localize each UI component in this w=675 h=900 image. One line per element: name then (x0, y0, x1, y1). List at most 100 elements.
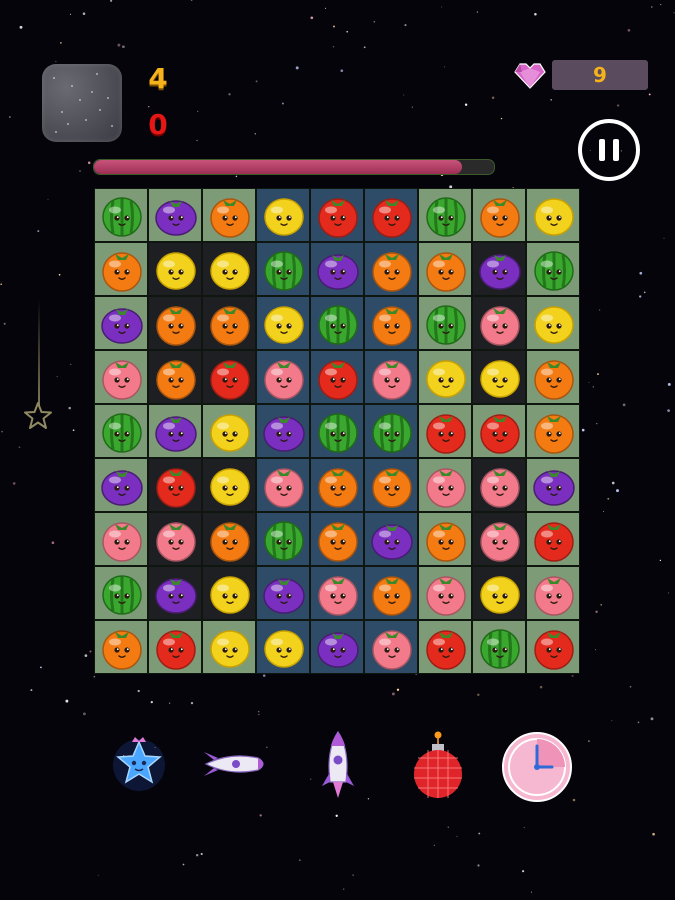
board-cell[interactable] (310, 566, 364, 620)
board-cell[interactable] (472, 188, 526, 242)
avatar-speckle (53, 73, 113, 133)
board-cell[interactable] (148, 566, 202, 620)
star-dot (0, 283, 2, 285)
board-cell[interactable] (256, 620, 310, 674)
board-cell[interactable] (256, 296, 310, 350)
star-dot (69, 13, 72, 15)
board-cell[interactable] (364, 188, 418, 242)
board-cell[interactable] (202, 512, 256, 566)
board-cell[interactable] (472, 404, 526, 458)
board-cell[interactable] (364, 242, 418, 296)
board-cell[interactable] (202, 188, 256, 242)
board-cell[interactable] (256, 242, 310, 296)
board-cell[interactable] (526, 566, 580, 620)
board-cell[interactable] (364, 620, 418, 674)
board-cell[interactable] (472, 242, 526, 296)
board-cell[interactable] (526, 404, 580, 458)
board-cell[interactable] (364, 458, 418, 512)
board-cell[interactable] (202, 620, 256, 674)
board-cell[interactable] (148, 242, 202, 296)
board-cell[interactable] (148, 512, 202, 566)
board-cell[interactable] (364, 512, 418, 566)
board-cell[interactable] (310, 242, 364, 296)
board-cell[interactable] (310, 404, 364, 458)
rocket-vertical-booster[interactable] (318, 728, 358, 804)
board-cell[interactable] (526, 242, 580, 296)
star-dot (477, 693, 480, 697)
board-cell[interactable] (148, 350, 202, 404)
board-cell[interactable] (526, 296, 580, 350)
board-cell[interactable] (94, 242, 148, 296)
board-cell[interactable] (94, 458, 148, 512)
board-cell[interactable] (526, 620, 580, 674)
star-dot (168, 702, 171, 704)
board-cell[interactable] (472, 458, 526, 512)
disco-bomb-booster[interactable] (408, 728, 468, 804)
board-cell[interactable] (148, 296, 202, 350)
board-cell[interactable] (526, 188, 580, 242)
board-cell[interactable] (310, 188, 364, 242)
board-cell[interactable] (94, 512, 148, 566)
board-cell[interactable] (418, 512, 472, 566)
board-cell[interactable] (310, 512, 364, 566)
board-cell[interactable] (256, 458, 310, 512)
star-dot (600, 604, 602, 606)
board-cell[interactable] (364, 404, 418, 458)
board-cell[interactable] (526, 350, 580, 404)
level-progress-bar (93, 159, 495, 175)
board-cell[interactable] (310, 620, 364, 674)
board-cell[interactable] (148, 620, 202, 674)
board-cell[interactable] (472, 566, 526, 620)
board-cell[interactable] (94, 296, 148, 350)
board-cell[interactable] (256, 188, 310, 242)
board-cell[interactable] (94, 188, 148, 242)
board-cell[interactable] (202, 458, 256, 512)
board-cell[interactable] (472, 296, 526, 350)
board-cell[interactable] (202, 242, 256, 296)
board-cell[interactable] (418, 566, 472, 620)
board-cell[interactable] (202, 296, 256, 350)
player-avatar[interactable] (42, 64, 122, 142)
board-cell[interactable] (418, 188, 472, 242)
board-cell[interactable] (256, 512, 310, 566)
board-cell[interactable] (526, 458, 580, 512)
orange-icon (318, 468, 358, 508)
board-cell[interactable] (418, 296, 472, 350)
board-cell[interactable] (94, 620, 148, 674)
board-cell[interactable] (310, 296, 364, 350)
board-cell[interactable] (94, 566, 148, 620)
board-cell[interactable] (418, 404, 472, 458)
watermelon-icon (426, 305, 466, 345)
peach-icon (264, 468, 304, 508)
board-cell[interactable] (472, 350, 526, 404)
board-cell[interactable] (256, 350, 310, 404)
board-cell[interactable] (94, 404, 148, 458)
board-cell[interactable] (310, 350, 364, 404)
rocket-horizontal-booster[interactable] (200, 744, 274, 784)
pause-button[interactable] (578, 119, 640, 181)
board-cell[interactable] (418, 350, 472, 404)
board-cell[interactable] (526, 512, 580, 566)
board-cell[interactable] (364, 350, 418, 404)
board-cell[interactable] (202, 566, 256, 620)
board-cell[interactable] (148, 458, 202, 512)
board-cell[interactable] (256, 404, 310, 458)
board-cell[interactable] (148, 188, 202, 242)
clock-booster[interactable] (500, 730, 574, 804)
star-dot (411, 106, 414, 108)
pause-icon (599, 139, 605, 161)
board-cell[interactable] (364, 296, 418, 350)
board-cell[interactable] (310, 458, 364, 512)
board-cell[interactable] (472, 620, 526, 674)
board-cell[interactable] (418, 242, 472, 296)
board-cell[interactable] (256, 566, 310, 620)
star-booster[interactable] (108, 732, 170, 794)
board-cell[interactable] (418, 620, 472, 674)
board-cell[interactable] (94, 350, 148, 404)
board-cell[interactable] (472, 512, 526, 566)
board-cell[interactable] (202, 350, 256, 404)
board-cell[interactable] (148, 404, 202, 458)
board-cell[interactable] (202, 404, 256, 458)
board-cell[interactable] (418, 458, 472, 512)
board-cell[interactable] (364, 566, 418, 620)
